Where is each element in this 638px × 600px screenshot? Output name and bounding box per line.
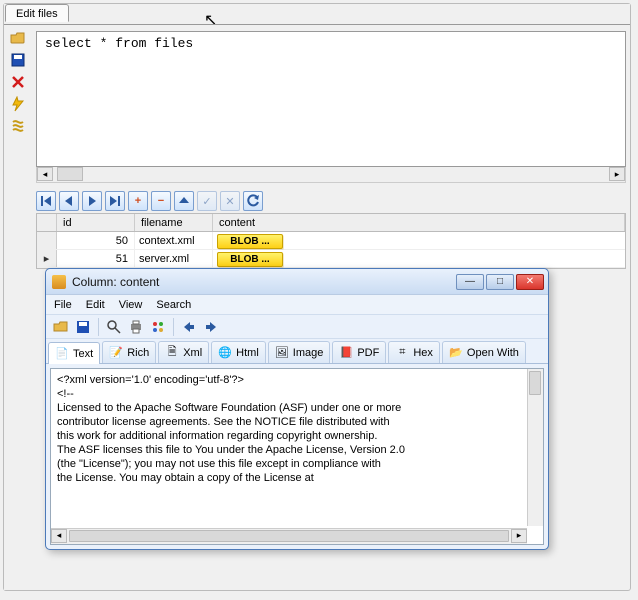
menu-edit[interactable]: Edit [86,299,105,311]
cell-filename[interactable]: server.xml [135,250,213,267]
column-content-dialog: Column: content — □ ✕ File Edit View Sea… [45,268,549,550]
print-icon[interactable] [127,318,145,336]
pdf-icon: 📕 [339,346,353,360]
tab-rich[interactable]: 📝 Rich [102,341,156,363]
dialog-title: Column: content [72,275,454,289]
execute-icon[interactable] [9,95,27,113]
dialog-titlebar[interactable]: Column: content — □ ✕ [46,269,548,295]
tab-text-label: Text [73,348,93,360]
next-record-button[interactable] [82,191,102,211]
close-button[interactable]: ✕ [516,274,544,290]
refresh-button[interactable] [243,191,263,211]
forward-icon[interactable] [202,318,220,336]
row-header [37,214,57,231]
left-toolbar [4,25,32,590]
save-icon[interactable] [9,51,27,69]
open-file-icon[interactable] [52,318,70,336]
maximize-button[interactable]: □ [486,274,514,290]
dialog-tabs: 📄Text 📝Rich 🗎Xml 🌐Html 🖼Image 📕PDF ⌗Hex … [46,339,548,364]
table-row[interactable]: ▸ 51 server.xml BLOB ... [37,250,625,268]
image-icon: 🖼 [275,346,289,360]
add-record-button[interactable]: + [128,191,148,211]
cell-id[interactable]: 51 [57,250,135,267]
blob-button[interactable]: BLOB ... [217,252,283,267]
back-icon[interactable] [180,318,198,336]
dialog-body: <?xml version='1.0' encoding='utf-8'?><!… [50,368,544,545]
scrollbar-vertical[interactable] [527,369,543,526]
tab-open-with[interactable]: 📂 Open With [442,341,526,363]
results-grid: id filename content 50 context.xml BLOB … [36,213,626,269]
text-icon: 📄 [55,347,69,361]
open-icon[interactable] [9,29,27,47]
xml-icon: 🗎 [165,346,179,360]
tab-html[interactable]: 🌐 Html [211,341,266,363]
tab-edit-files[interactable]: Edit files [5,4,69,22]
html-icon: 🌐 [218,346,232,360]
cancel-button[interactable]: ✕ [220,191,240,211]
menu-search[interactable]: Search [156,299,191,311]
tab-rich-label: Rich [127,347,149,359]
tab-pdf-label: PDF [357,347,379,359]
open-with-icon: 📂 [449,346,463,360]
tab-image-label: Image [293,347,324,359]
minimize-button[interactable]: — [456,274,484,290]
options-icon[interactable] [149,318,167,336]
first-record-button[interactable] [36,191,56,211]
col-filename[interactable]: filename [135,214,213,231]
zoom-icon[interactable] [105,318,123,336]
remove-record-button[interactable]: − [151,191,171,211]
record-nav-toolbar: + − ✓ ✕ [36,191,626,211]
menu-view[interactable]: View [119,299,143,311]
save-file-icon[interactable] [74,318,92,336]
confirm-button[interactable]: ✓ [197,191,217,211]
tab-bar: Edit files [4,4,630,24]
menu-file[interactable]: File [54,299,72,311]
col-content[interactable]: content [213,214,625,231]
dialog-menubar: File Edit View Search [46,295,548,315]
move-up-button[interactable] [174,191,194,211]
rich-icon: 📝 [109,346,123,360]
tab-hex-label: Hex [413,347,433,359]
sql-editor-hscroll[interactable]: ◂▸ [36,167,626,183]
table-row[interactable]: 50 context.xml BLOB ... [37,232,625,250]
tab-xml[interactable]: 🗎 Xml [158,341,209,363]
tab-html-label: Html [236,347,259,359]
tab-open-with-label: Open With [467,347,519,359]
scrollbar-horizontal[interactable]: ◂▸ [51,528,527,544]
cell-id[interactable]: 50 [57,232,135,249]
col-id[interactable]: id [57,214,135,231]
app-icon [52,275,66,289]
tab-pdf[interactable]: 📕 PDF [332,341,386,363]
tab-image[interactable]: 🖼 Image [268,341,331,363]
sql-editor[interactable]: select * from files [36,31,626,167]
cell-content[interactable]: BLOB ... [213,232,625,249]
tab-hex[interactable]: ⌗ Hex [388,341,440,363]
hex-icon: ⌗ [395,346,409,360]
cell-filename[interactable]: context.xml [135,232,213,249]
script-icon[interactable] [9,117,27,135]
prev-record-button[interactable] [59,191,79,211]
dialog-toolbar [46,315,548,339]
delete-icon[interactable] [9,73,27,91]
cell-content[interactable]: BLOB ... [213,250,625,267]
content-textarea[interactable]: <?xml version='1.0' encoding='utf-8'?><!… [51,369,525,526]
tab-xml-label: Xml [183,347,202,359]
last-record-button[interactable] [105,191,125,211]
tab-text[interactable]: 📄 Text [48,342,100,364]
blob-button[interactable]: BLOB ... [217,234,283,249]
